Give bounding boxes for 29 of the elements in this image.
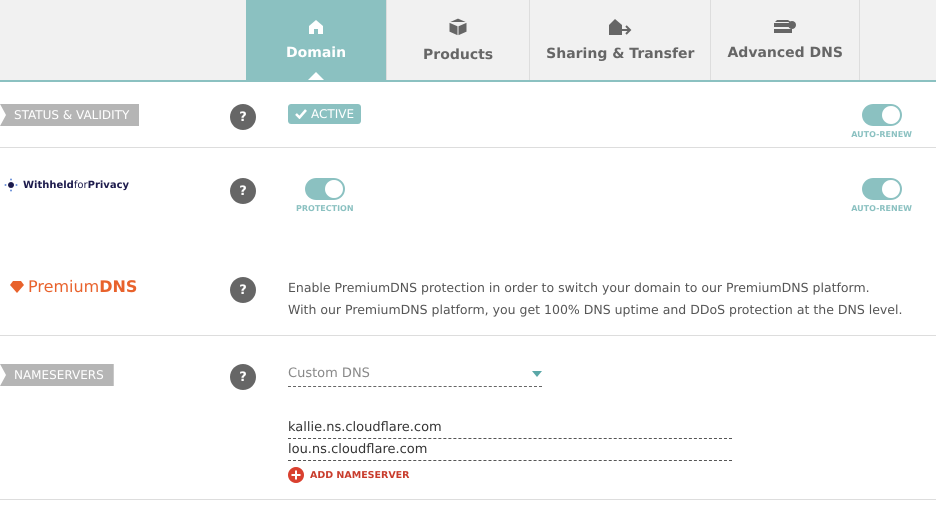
toggle-label: PROTECTION bbox=[296, 204, 354, 213]
check-icon bbox=[295, 109, 307, 119]
toggle-switch[interactable] bbox=[862, 178, 902, 200]
server-icon bbox=[773, 19, 798, 35]
premiumdns-logo: PremiumDNS bbox=[0, 277, 230, 296]
description-text: With our PremiumDNS platform, you get 100% DNS uptime and DDoS protection at the DNS level. bbox=[288, 301, 904, 319]
tab-pointer bbox=[308, 72, 324, 80]
toggle-label: AUTO-RENEW bbox=[851, 130, 912, 139]
dns-select[interactable]: Custom DNS bbox=[288, 364, 542, 387]
help-icon[interactable]: ? bbox=[230, 277, 256, 303]
section-label: NAMESERVERS bbox=[0, 364, 114, 386]
nameserver-field[interactable]: lou.ns.cloudflare.com bbox=[288, 439, 732, 461]
nameserver-field[interactable]: kallie.ns.cloudflare.com bbox=[288, 417, 732, 439]
status-badge: ACTIVE bbox=[288, 104, 362, 124]
description-text: Enable PremiumDNS protection in order to switch your domain to our PremiumDNS platform. bbox=[288, 279, 871, 297]
help-icon[interactable]: ? bbox=[230, 104, 256, 130]
help-icon[interactable]: ? bbox=[230, 364, 256, 390]
house-arrow-icon bbox=[608, 18, 632, 36]
caret-icon bbox=[532, 370, 542, 376]
privacy-logo: WithheldforPrivacy bbox=[0, 178, 230, 192]
home-icon bbox=[308, 19, 324, 35]
toggle-switch[interactable] bbox=[862, 104, 902, 126]
add-nameserver-button[interactable]: ADD NAMESERVER bbox=[288, 467, 410, 483]
plus-icon bbox=[288, 467, 304, 483]
toggle-label: AUTO-RENEW bbox=[851, 204, 912, 213]
help-icon[interactable]: ? bbox=[230, 178, 256, 204]
section-label: STATUS & VALIDITY bbox=[0, 104, 140, 126]
toggle-switch[interactable] bbox=[304, 178, 345, 200]
box-icon bbox=[448, 17, 468, 37]
